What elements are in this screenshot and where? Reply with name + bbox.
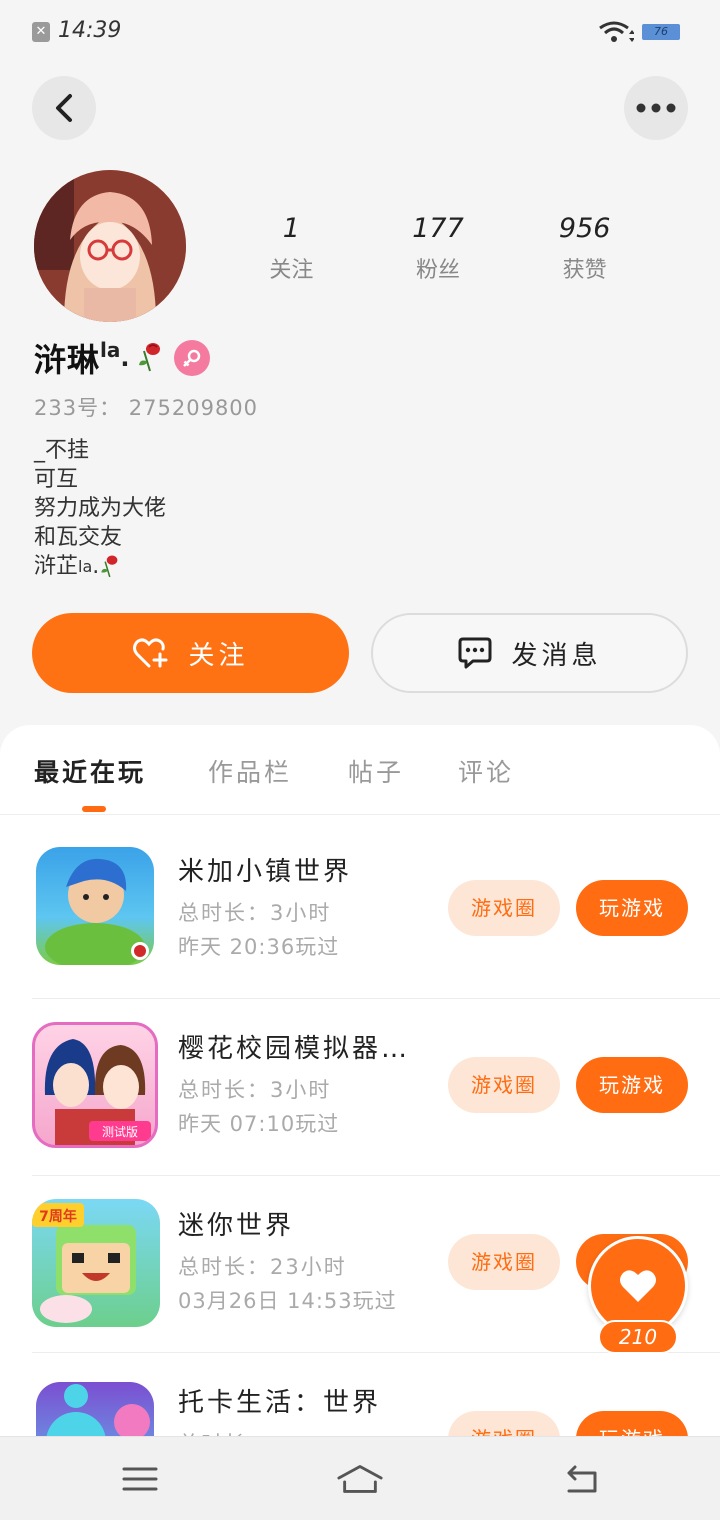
home-icon (337, 1465, 383, 1493)
chat-bubble-icon (458, 637, 492, 669)
bio-line: 努力成为大佬 (34, 496, 167, 521)
game-last-played: 03月26日 14:53玩过 (178, 1289, 397, 1313)
message-button[interactable]: 发消息 (371, 613, 688, 693)
back-nav-button[interactable] (556, 1457, 604, 1501)
stat-followers[interactable]: 177 粉丝 (365, 210, 512, 284)
more-dots-icon (636, 103, 676, 113)
avatar-illustration (34, 170, 186, 322)
game-circle-button[interactable]: 游戏圈 (448, 880, 560, 936)
username-row: 浒琳 la . (34, 336, 210, 380)
username-suffix: la (100, 338, 121, 362)
bio-line-last: 浒芷 la . (34, 552, 166, 581)
content-card: 最近在玩 作品栏 帖子 评论 米加小镇世界 总时长：3小时 昨天 20:36玩过… (0, 725, 720, 1520)
status-bar: ✕ 14:39 76 (0, 0, 720, 64)
tab-comments[interactable]: 评论 (458, 753, 514, 789)
profile-stats: 1 关注 177 粉丝 956 获赞 (218, 210, 658, 284)
game-circle-button[interactable]: 游戏圈 (448, 1234, 560, 1290)
user-id: 233号： 275209800 (34, 392, 258, 422)
rose-icon (101, 555, 118, 577)
stat-following-label: 关注 (269, 258, 314, 283)
stat-likes-value: 956 (558, 213, 611, 244)
game-icon: 7周年 (32, 1199, 160, 1327)
game-duration: 总时长：23小时 (178, 1255, 347, 1279)
tab-recent[interactable]: 最近在玩 (34, 753, 146, 789)
female-icon (173, 340, 210, 376)
game-title: 樱花校园模拟器… (178, 1034, 411, 1064)
message-label: 发消息 (511, 640, 602, 671)
bio-line: _不挂 (34, 438, 90, 463)
follow-label: 关注 (188, 640, 249, 671)
user-id-value: 275209800 (128, 396, 259, 420)
game-badge: 测试版 (102, 1124, 138, 1139)
tab-works[interactable]: 作品栏 (208, 753, 292, 789)
system-nav-bar (0, 1436, 720, 1520)
user-id-label: 233号： (34, 396, 122, 420)
bio-dot: . (92, 554, 100, 579)
game-duration: 总时长：3小时 (178, 1078, 332, 1102)
menu-button[interactable] (116, 1457, 164, 1501)
chevron-left-icon (56, 94, 72, 122)
game-title: 米加小镇世界 (178, 857, 353, 887)
like-count: 210 (598, 1320, 678, 1354)
bio-line: 和瓦交友 (34, 525, 123, 550)
stat-likes[interactable]: 956 获赞 (511, 210, 658, 284)
status-time: 14:39 (58, 18, 122, 43)
heart-icon (620, 1270, 656, 1302)
rose-icon (138, 343, 160, 372)
wifi-icon (599, 21, 634, 42)
avatar[interactable] (34, 170, 186, 322)
bio-last-text: 浒芷 (34, 554, 79, 579)
tab-posts[interactable]: 帖子 (348, 753, 404, 789)
back-button[interactable] (32, 76, 96, 140)
game-icon: 测试版 (32, 1022, 158, 1148)
bio: _不挂 可互 努力成为大佬 和瓦交友 浒芷 la . (34, 436, 166, 581)
more-button[interactable] (624, 76, 688, 140)
game-title: 托卡生活：世界 (178, 1388, 382, 1418)
battery-icon: 76 (642, 24, 680, 40)
list-item[interactable]: 测试版 樱花校园模拟器… 总时长：3小时 昨天 07:10玩过 游戏圈 玩游戏 (32, 1000, 720, 1176)
back-arrow-icon (567, 1465, 597, 1493)
bio-last-suffix: la (78, 557, 93, 576)
tab-bar: 最近在玩 作品栏 帖子 评论 (0, 725, 720, 815)
game-badge: 7周年 (39, 1208, 77, 1225)
game-circle-button[interactable]: 游戏圈 (448, 1057, 560, 1113)
game-title: 迷你世界 (178, 1211, 295, 1241)
game-icon (36, 847, 154, 965)
follow-button[interactable]: 关注 (32, 613, 349, 693)
game-last-played: 昨天 07:10玩过 (178, 1112, 340, 1136)
stat-followers-value: 177 (412, 213, 464, 244)
stat-following[interactable]: 1 关注 (218, 210, 365, 284)
username: 浒琳 (34, 341, 101, 379)
heart-plus-icon (133, 638, 168, 668)
stat-followers-label: 粉丝 (416, 258, 461, 283)
play-game-button[interactable]: 玩游戏 (576, 1057, 688, 1113)
home-button[interactable] (336, 1457, 384, 1501)
notification-x-icon: ✕ (32, 22, 50, 42)
menu-icon (122, 1467, 158, 1491)
list-item[interactable]: 米加小镇世界 总时长：3小时 昨天 20:36玩过 游戏圈 玩游戏 (32, 823, 720, 999)
game-last-played: 昨天 20:36玩过 (178, 935, 340, 959)
stat-likes-label: 获赞 (562, 258, 607, 283)
tab-indicator (82, 806, 106, 812)
username-dot: . (120, 344, 130, 372)
bio-line: 可互 (34, 467, 79, 492)
profile-page: ✕ 14:39 76 1 关注 177 粉丝 956 获赞 浒琳 la . 23… (0, 0, 720, 1520)
stat-following-value: 1 (282, 213, 300, 244)
play-game-button[interactable]: 玩游戏 (576, 880, 688, 936)
game-duration: 总时长：3小时 (178, 901, 332, 925)
